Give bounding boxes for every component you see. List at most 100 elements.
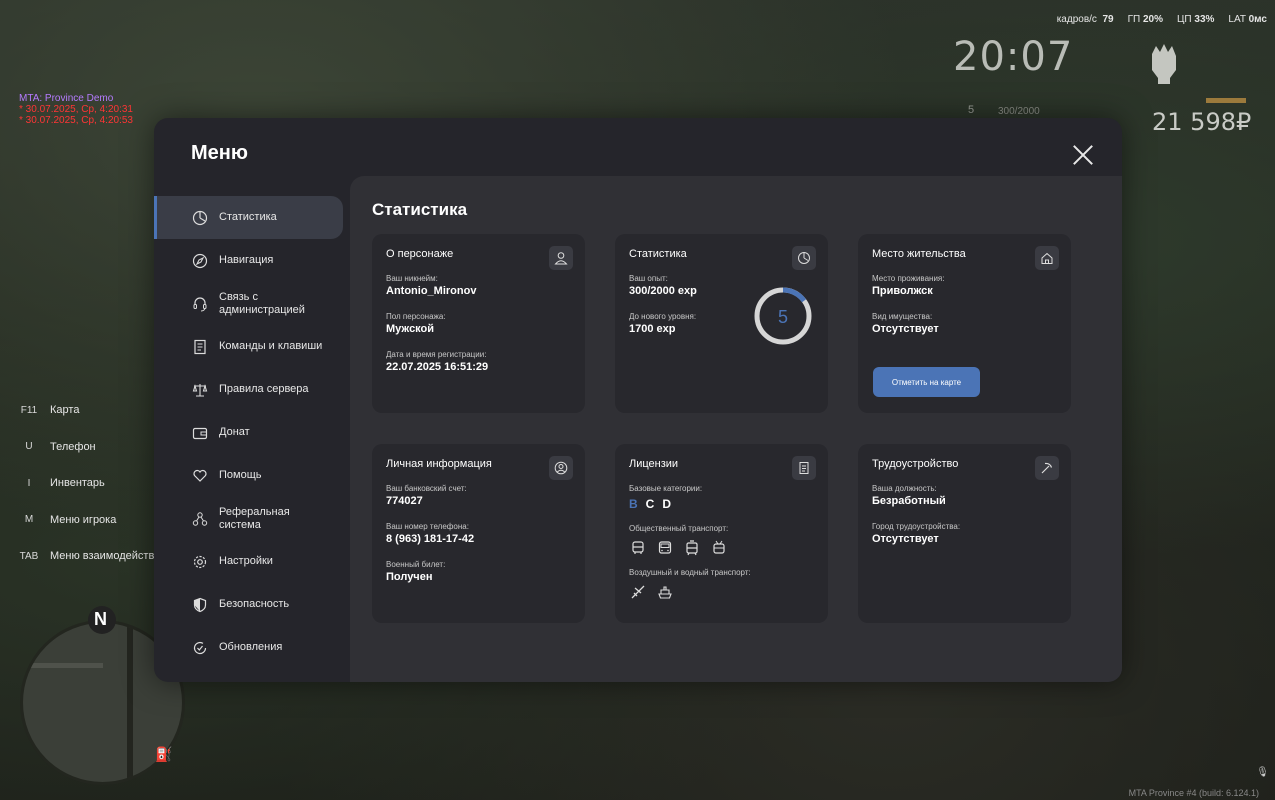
hotkey-list: F11 Карта U Телефон I Инвентарь M Меню игрок… [14, 392, 167, 575]
card-title: Место жительства [872, 248, 966, 260]
money-display: 21 598₽ [1152, 108, 1252, 136]
lat-value: 0мс [1248, 14, 1267, 25]
nav-item-label: Статистика [219, 211, 277, 223]
employment-card: Трудоустройство Ваша должность: Безработ… [858, 444, 1071, 623]
clock-chart-icon [792, 246, 816, 270]
hotkey-interaction-menu[interactable]: TAB Меню взаимодействия [14, 538, 167, 575]
field-value: Мужской [386, 323, 435, 335]
pickaxe-icon [1035, 456, 1059, 480]
coach-icon [656, 539, 674, 557]
nav-item-label: Навигация [219, 254, 274, 266]
nav-item-navigation[interactable]: Навигация [154, 239, 350, 282]
field-position: Ваша должность: Безработный [872, 484, 946, 507]
field-label: Город трудоустройства: [872, 522, 961, 531]
gpu-label: ГП [1127, 14, 1141, 25]
public-transport-icons [629, 539, 728, 557]
field-property: Вид имущества: Отсутствует [872, 312, 939, 335]
menu-window: Меню Статистика Навигация Связь с админи… [154, 118, 1122, 682]
license-category-b: B [629, 497, 638, 511]
minimap-road [127, 623, 133, 782]
nav-item-label: Обновления [219, 641, 283, 653]
scales-icon [191, 381, 209, 399]
card-title: О персонаже [386, 248, 454, 260]
minimap-road [23, 663, 103, 668]
license-categories: B C D [629, 497, 702, 511]
menu-title: Меню [191, 142, 248, 164]
hotkey-inventory[interactable]: I Инвентарь [14, 465, 166, 502]
fps-value: 79 [1102, 14, 1114, 25]
gear-icon [191, 553, 209, 571]
nav-item-label: Донат [219, 426, 250, 438]
mark-on-map-button[interactable]: Отметить на карте [873, 367, 980, 397]
nav-item-donate[interactable]: Донат [154, 411, 350, 454]
log-title: MTA: Province Demo [19, 93, 114, 104]
hotkey-label: Меню игрока [50, 513, 117, 526]
user-circle-icon [549, 456, 573, 480]
field-next-level: До нового уровня: 1700 exp [629, 312, 696, 335]
character-card: О персонаже Ваш никнейм: Antonio_Mironov… [372, 234, 585, 413]
air-water-transport-icons [629, 583, 751, 601]
nav-item-admin-contact[interactable]: Связь с администрацией [154, 282, 350, 325]
nav-item-statistics[interactable]: Статистика [154, 196, 343, 239]
content-panel: Статистика О персонаже Ваш никнейм: Anto… [350, 176, 1122, 682]
field-sex: Пол персонажа: Мужской [386, 312, 446, 335]
log-line: * 30.07.2025, Ср, 4:20:53 [19, 115, 133, 126]
nav-item-commands[interactable]: Команды и клавиши [154, 325, 350, 368]
field-place: Место проживания: Приволжск [872, 274, 944, 297]
hotkey-map[interactable]: F11 Карта [14, 392, 166, 429]
heart-hand-icon [191, 467, 209, 485]
hotkey-label: Карта [50, 404, 80, 417]
nav-item-help[interactable]: Помощь [154, 454, 350, 497]
field-bank: Ваш банковский счет: 774027 [386, 484, 467, 507]
compass-icon [191, 252, 209, 270]
field-registration: Дата и время регистрации: 22.07.2025 16:… [386, 350, 488, 373]
performance-stats: кадров/с 79 ГП 20% ЦП 33% LAT 0мс [1057, 14, 1267, 25]
nav-item-label: Связь с администрацией [219, 290, 305, 316]
field-label: Пол персонажа: [386, 312, 446, 321]
field-exp: Ваш опыт: 300/2000 exp [629, 274, 697, 297]
wallet-icon [191, 424, 209, 442]
nav-item-rules[interactable]: Правила сервера [154, 368, 350, 411]
nav-item-security[interactable]: Безопасность [154, 583, 350, 626]
field-label: Военный билет: [386, 560, 446, 569]
cpu-label: ЦП [1177, 14, 1192, 25]
field-value: Отсутствует [872, 533, 939, 545]
field-value: 774027 [386, 495, 423, 507]
hotkey-key: M [24, 514, 34, 526]
personal-info-card: Личная информация Ваш банковский счет: 7… [372, 444, 585, 623]
gpu-value: 20% [1143, 14, 1164, 25]
ship-icon [656, 583, 674, 601]
nav-item-referral[interactable]: Реферальная система [154, 497, 350, 540]
bus-icon [629, 539, 647, 557]
hotkey-key: I [27, 477, 31, 489]
field-label: Базовые категории: [629, 484, 703, 493]
hotkey-phone[interactable]: U Телефон [14, 429, 166, 466]
game-clock: 20:07 [953, 34, 1074, 80]
trolleybus-icon [710, 539, 728, 557]
hotkey-key: TAB [19, 550, 39, 562]
field-value: 8 (963) 181-17-42 [386, 533, 475, 545]
hotkey-key: U [25, 441, 33, 453]
nav-item-updates[interactable]: Обновления [154, 626, 350, 669]
license-category-d: D [662, 497, 672, 511]
close-button[interactable] [1072, 144, 1094, 166]
card-title: Личная информация [386, 458, 492, 470]
field-label: До нового уровня: [629, 312, 697, 321]
menu-sidebar: Статистика Навигация Связь с администрац… [154, 196, 350, 669]
pie-chart-icon [191, 209, 209, 227]
referral-icon [191, 510, 209, 528]
headset-icon [191, 295, 209, 313]
nav-item-label: Реферальная система [219, 505, 290, 531]
stats-card: Статистика Ваш опыт: 300/2000 exp До нов… [615, 234, 828, 413]
hotkey-player-menu[interactable]: M Меню игрока [14, 502, 166, 539]
nav-item-settings[interactable]: Настройки [154, 540, 350, 583]
field-label: Место проживания: [872, 274, 945, 283]
field-nickname: Ваш никнейм: Antonio_Mironov [386, 274, 476, 297]
compass-north: N [94, 609, 107, 629]
field-label: Ваш никнейм: [386, 274, 438, 283]
hotkey-key: F11 [20, 404, 38, 416]
field-label: Ваш опыт: [629, 274, 668, 283]
field-value: Получен [386, 571, 433, 583]
content-title: Статистика [372, 200, 468, 219]
field-base-categories: Базовые категории: B C D [629, 484, 702, 511]
